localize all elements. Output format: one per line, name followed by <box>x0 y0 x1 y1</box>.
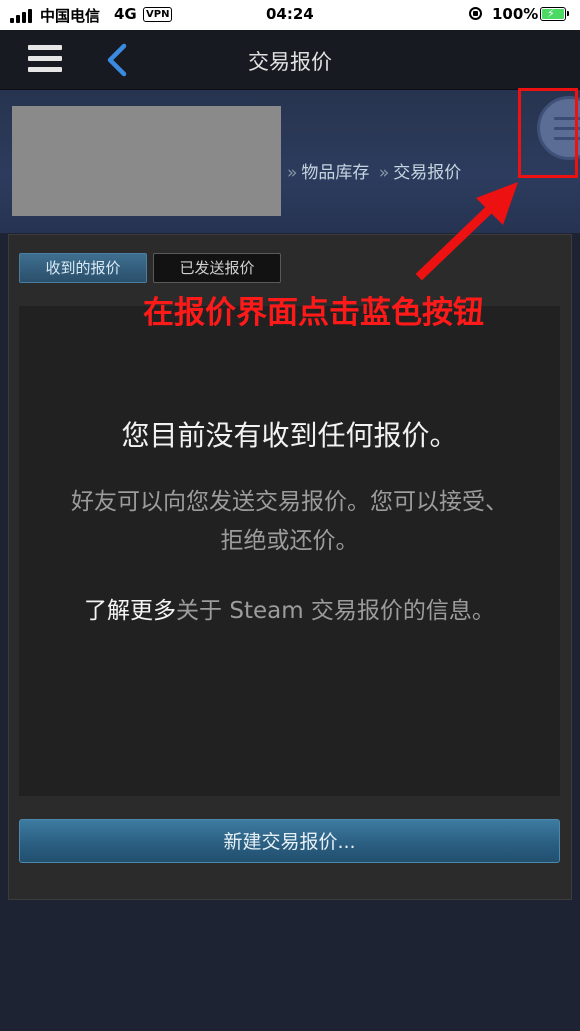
vpn-badge: VPN <box>143 7 173 22</box>
network-type: 4G <box>114 5 137 23</box>
status-bar: 中国电信 4G VPN 04:24 100% ⚡ <box>0 0 580 30</box>
page-background <box>0 900 580 1031</box>
tab-received-offers[interactable]: 收到的报价 <box>19 253 147 283</box>
learn-more-link[interactable]: 了解更多 <box>84 598 176 624</box>
carrier-label: 中国电信 <box>40 7 101 25</box>
top-nav-bar: 交易报价 <box>0 30 580 90</box>
learn-more-text: 了解更多关于 Steam 交易报价的信息。 <box>69 592 510 631</box>
tab-sent-offers[interactable]: 已发送报价 <box>153 253 281 283</box>
breadcrumb-separator: » <box>287 163 298 183</box>
highlight-box <box>518 88 578 178</box>
empty-state-description: 好友可以向您发送交易报价。您可以接受、拒绝或还价。 <box>71 489 508 554</box>
signal-icon <box>10 9 36 23</box>
page-title: 交易报价 <box>248 50 332 74</box>
annotation-text: 在报价界面点击蓝色按钮 <box>143 295 484 331</box>
empty-state-box: 您目前没有收到任何报价。 好友可以向您发送交易报价。您可以接受、拒绝或还价。 了… <box>19 306 560 796</box>
redacted-profile-area <box>12 106 281 216</box>
breadcrumb-separator: » <box>378 163 390 183</box>
clock: 04:24 <box>266 5 314 23</box>
orientation-lock-icon <box>469 7 482 20</box>
battery-percentage: 100% <box>492 5 539 23</box>
new-trade-offer-button[interactable]: 新建交易报价... <box>19 819 560 863</box>
annotation-arrow-icon <box>415 182 518 281</box>
breadcrumb-inventory-link[interactable]: 物品库存 <box>301 163 369 183</box>
learn-more-rest: 关于 Steam 交易报价的信息。 <box>176 598 495 624</box>
empty-state-title: 您目前没有收到任何报价。 <box>121 419 458 452</box>
charging-icon: ⚡ <box>547 7 555 20</box>
